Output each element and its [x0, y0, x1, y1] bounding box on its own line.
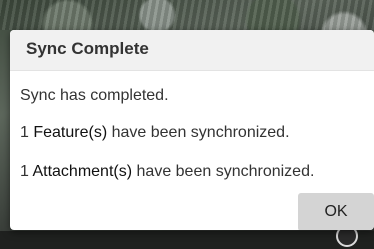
feature-count: 1 [20, 124, 29, 141]
attachment-sync-line: 1 Attachment(s) have been synchronized. [20, 163, 314, 181]
attachment-count: 1 [20, 163, 29, 180]
sync-message-text: Sync has completed. [20, 87, 169, 104]
feature-sync-line: 1 Feature(s) have been synchronized. [20, 124, 290, 142]
feature-suffix: have been synchronized. [111, 124, 290, 141]
sync-message: Sync has completed. [20, 87, 169, 105]
sync-complete-dialog: Sync Complete Sync has completed. 1 Feat… [10, 30, 374, 230]
map-imagery [0, 0, 374, 30]
attachment-label: Attachment(s) [32, 163, 133, 180]
ok-button[interactable]: OK [298, 193, 374, 230]
dialog-header: Sync Complete [10, 30, 374, 71]
attachment-suffix: have been synchronized. [136, 163, 315, 180]
feature-label: Feature(s) [33, 124, 108, 141]
dialog-title: Sync Complete [26, 39, 149, 58]
map-bottom-bar [0, 231, 374, 249]
